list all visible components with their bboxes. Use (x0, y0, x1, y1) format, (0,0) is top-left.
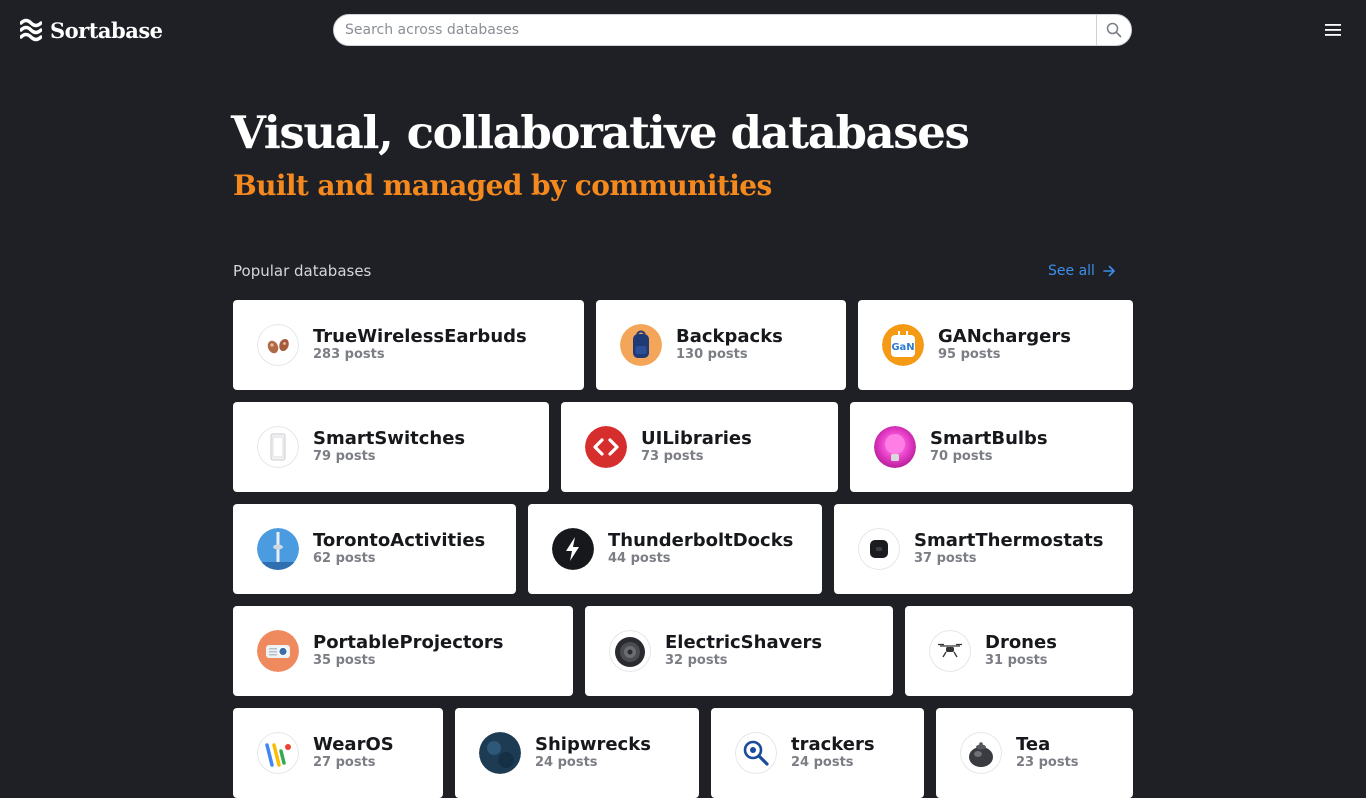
top-bar: Sortabase (0, 0, 1366, 60)
database-card-drones[interactable]: Drones 31 posts (905, 606, 1133, 696)
shaver-icon (609, 630, 651, 672)
see-all-label: See all (1048, 263, 1095, 279)
database-name: UILibraries (641, 428, 752, 449)
post-count: 283 posts (313, 347, 385, 362)
svg-text:GaN: GaN (891, 342, 914, 353)
see-all-link[interactable]: See all (1048, 263, 1116, 279)
database-card-uilibraries[interactable]: UILibraries 73 posts (561, 402, 838, 492)
post-count: 23 posts (1016, 755, 1079, 770)
post-count: 35 posts (313, 653, 376, 668)
post-count: 95 posts (938, 347, 1001, 362)
database-card-smartthermostats[interactable]: SmartThermostats 37 posts (834, 504, 1133, 594)
database-card-electricshavers[interactable]: ElectricShavers 32 posts (585, 606, 893, 696)
database-name: trackers (791, 734, 875, 755)
projector-icon (257, 630, 299, 672)
database-name: Shipwrecks (535, 734, 651, 755)
post-count: 70 posts (930, 449, 993, 464)
code-icon (585, 426, 627, 468)
database-card-trackers[interactable]: trackers 24 posts (711, 708, 924, 798)
database-card-wearos[interactable]: WearOS 27 posts (233, 708, 443, 798)
cn-tower-icon (257, 528, 299, 570)
card-row: TrueWirelessEarbuds 283 posts Backpacks … (233, 300, 1133, 390)
database-card-portableprojectors[interactable]: PortableProjectors 35 posts (233, 606, 573, 696)
section-label: Popular databases (233, 262, 372, 280)
post-count: 79 posts (313, 449, 376, 464)
hamburger-menu-icon (1325, 24, 1341, 36)
bulb-icon (874, 426, 916, 468)
logo[interactable]: Sortabase (20, 16, 163, 44)
database-name: PortableProjectors (313, 632, 504, 653)
search-icon (1106, 22, 1122, 38)
database-card-ganchargers[interactable]: GaN GANchargers 95 posts (858, 300, 1133, 390)
database-card-smartswitches[interactable]: SmartSwitches 79 posts (233, 402, 549, 492)
database-card-torontoactivities[interactable]: TorontoActivities 62 posts (233, 504, 516, 594)
earbuds-icon (257, 324, 299, 366)
post-count: 62 posts (313, 551, 376, 566)
menu-button[interactable] (1322, 20, 1344, 40)
database-name: SmartBulbs (930, 428, 1048, 449)
post-count: 44 posts (608, 551, 671, 566)
logo-text: Sortabase (50, 17, 163, 43)
post-count: 32 posts (665, 653, 728, 668)
search-input[interactable] (334, 15, 1096, 45)
database-name: GANchargers (938, 326, 1071, 347)
database-name: SmartThermostats (914, 530, 1104, 551)
drone-icon (929, 630, 971, 672)
database-card-truewirelessearbuds[interactable]: TrueWirelessEarbuds 283 posts (233, 300, 584, 390)
database-name: SmartSwitches (313, 428, 466, 449)
database-card-thunderboltdocks[interactable]: ThunderboltDocks 44 posts (528, 504, 822, 594)
database-name: TorontoActivities (313, 530, 486, 551)
post-count: 24 posts (791, 755, 854, 770)
search-button[interactable] (1096, 15, 1131, 45)
database-name: TrueWirelessEarbuds (313, 326, 527, 347)
database-card-shipwrecks[interactable]: Shipwrecks 24 posts (455, 708, 699, 798)
smart-switch-icon (257, 426, 299, 468)
waves-logo-icon (20, 18, 42, 42)
database-name: Drones (985, 632, 1057, 653)
database-card-smartbulbs[interactable]: SmartBulbs 70 posts (850, 402, 1133, 492)
hero-title: Visual, collaborative databases (231, 106, 970, 159)
post-count: 24 posts (535, 755, 598, 770)
post-count: 37 posts (914, 551, 977, 566)
hero-subtitle: Built and managed by communities (233, 169, 772, 202)
post-count: 31 posts (985, 653, 1048, 668)
post-count: 27 posts (313, 755, 376, 770)
database-card-backpacks[interactable]: Backpacks 130 posts (596, 300, 846, 390)
database-name: ElectricShavers (665, 632, 823, 653)
gan-charger-icon: GaN (882, 324, 924, 366)
card-row: PortableProjectors 35 posts ElectricShav… (233, 606, 1133, 696)
thermostat-icon (858, 528, 900, 570)
database-card-tea[interactable]: Tea 23 posts (936, 708, 1133, 798)
database-name: Backpacks (676, 326, 783, 347)
database-name: WearOS (313, 734, 394, 755)
card-row: WearOS 27 posts Shipwrecks 24 posts trac… (233, 708, 1133, 798)
post-count: 130 posts (676, 347, 748, 362)
database-name: ThunderboltDocks (608, 530, 794, 551)
post-count: 73 posts (641, 449, 704, 464)
search-bar (333, 14, 1132, 46)
card-row: TorontoActivities 62 posts ThunderboltDo… (233, 504, 1133, 594)
database-name: Tea (1016, 734, 1051, 755)
arrow-right-icon (1103, 265, 1115, 277)
card-row: SmartSwitches 79 posts UILibraries 73 po… (233, 402, 1133, 492)
thunderbolt-icon (552, 528, 594, 570)
backpack-icon (620, 324, 662, 366)
